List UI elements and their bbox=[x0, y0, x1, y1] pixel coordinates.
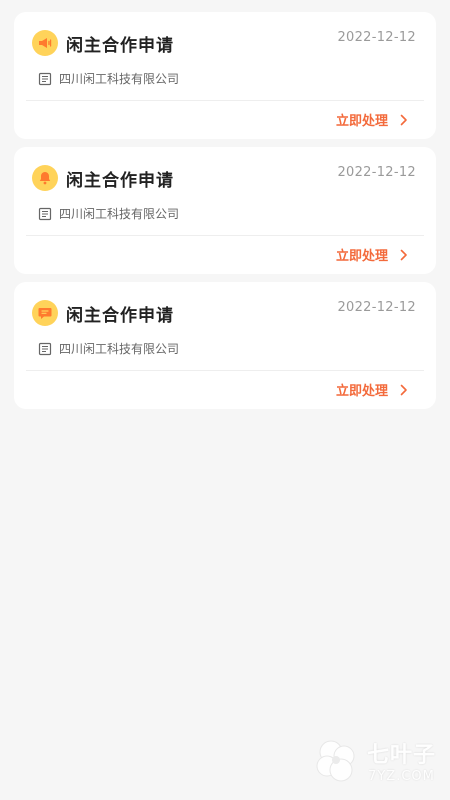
process-now-label: 立即处理 bbox=[335, 249, 388, 264]
notification-card: 闲主合作申请 2022-12-12 四川闲工科技有限公司 立即处理 bbox=[14, 12, 436, 139]
notification-card: 闲主合作申请 2022-12-12 四川闲工科技有限公司 立即处理 bbox=[14, 282, 436, 409]
chevron-right-icon bbox=[400, 384, 407, 395]
card-title: 闲主合作申请 bbox=[66, 305, 174, 326]
card-date: 2022-12-12 bbox=[337, 300, 416, 315]
watermark: 七叶子 7YZ.COM bbox=[311, 734, 436, 786]
watermark-name: 七叶子 bbox=[366, 742, 436, 768]
company-row: 四川闲工科技有限公司 bbox=[38, 205, 179, 222]
chevron-right-icon bbox=[400, 114, 407, 125]
company-row: 四川闲工科技有限公司 bbox=[38, 340, 179, 357]
watermark-domain: 7YZ.COM bbox=[368, 768, 435, 784]
process-now-button[interactable]: 立即处理 bbox=[336, 245, 408, 264]
card-header: 闲主合作申请 2022-12-12 bbox=[32, 299, 416, 327]
document-icon bbox=[38, 72, 52, 85]
company-name: 四川闲工科技有限公司 bbox=[59, 342, 180, 356]
card-title: 闲主合作申请 bbox=[66, 35, 174, 56]
card-title: 闲主合作申请 bbox=[66, 170, 174, 191]
process-now-button[interactable]: 立即处理 bbox=[336, 110, 408, 129]
message-icon bbox=[32, 300, 58, 326]
company-name: 四川闲工科技有限公司 bbox=[59, 72, 180, 86]
card-date: 2022-12-12 bbox=[337, 165, 416, 180]
card-header: 闲主合作申请 2022-12-12 bbox=[32, 164, 416, 192]
card-header: 闲主合作申请 2022-12-12 bbox=[32, 29, 416, 57]
card-divider bbox=[26, 100, 424, 101]
process-now-button[interactable]: 立即处理 bbox=[336, 380, 408, 399]
card-divider bbox=[26, 235, 424, 236]
document-icon bbox=[38, 342, 52, 355]
leaf-logo-icon bbox=[316, 740, 355, 782]
company-row: 四川闲工科技有限公司 bbox=[38, 70, 179, 87]
notification-list: 闲主合作申请 2022-12-12 四川闲工科技有限公司 立即处理 闲主合作申请… bbox=[14, 12, 436, 417]
document-icon bbox=[38, 207, 52, 220]
card-divider bbox=[26, 370, 424, 371]
watermark-text: 七叶子 7YZ.COM bbox=[367, 737, 436, 784]
megaphone-icon bbox=[32, 30, 58, 56]
notification-card: 闲主合作申请 2022-12-12 四川闲工科技有限公司 立即处理 bbox=[14, 147, 436, 274]
bell-icon bbox=[32, 165, 58, 191]
company-name: 四川闲工科技有限公司 bbox=[59, 207, 180, 221]
chevron-right-icon bbox=[400, 249, 407, 260]
process-now-label: 立即处理 bbox=[335, 384, 388, 399]
process-now-label: 立即处理 bbox=[335, 114, 388, 129]
card-date: 2022-12-12 bbox=[337, 30, 416, 45]
